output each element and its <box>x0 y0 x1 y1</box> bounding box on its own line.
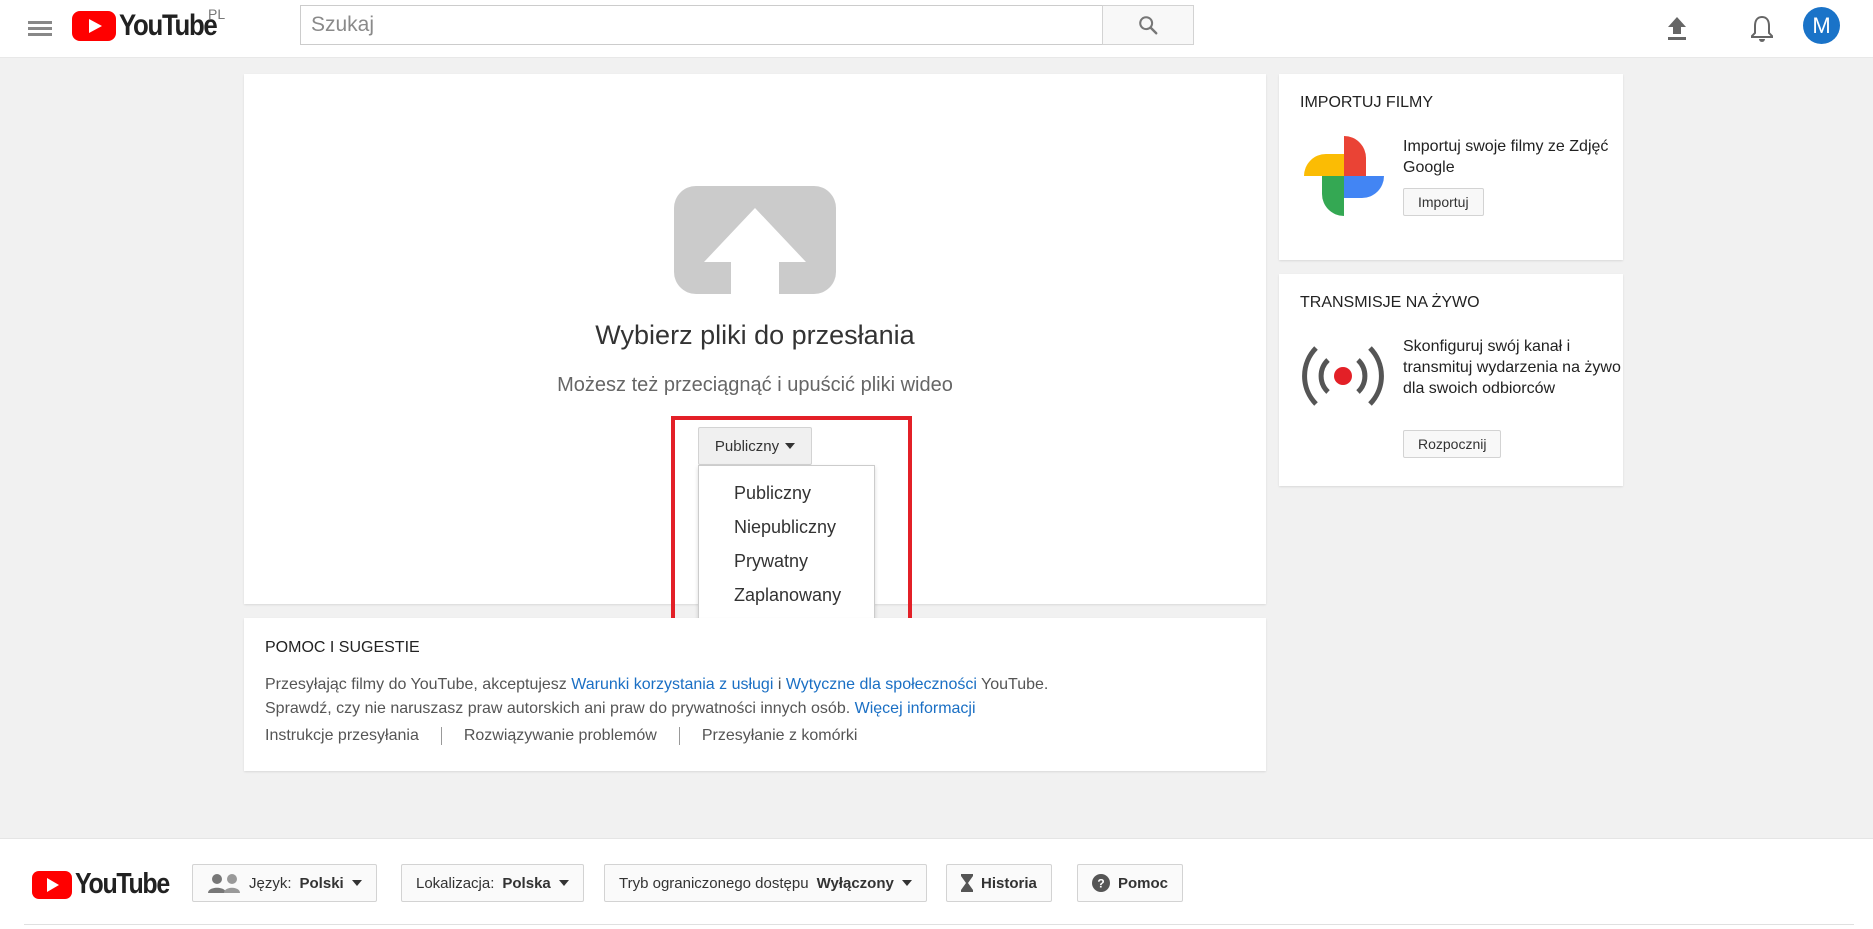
country-code: PL <box>208 6 226 22</box>
youtube-logo[interactable]: YouTube PL <box>72 6 232 42</box>
upload-button[interactable] <box>1659 10 1695 46</box>
import-title: IMPORTUJ FILMY <box>1300 94 1434 111</box>
caret-down-icon <box>901 880 912 886</box>
bell-icon <box>1751 15 1773 42</box>
upload-title[interactable]: Wybierz pliki do przesłania <box>244 320 1266 351</box>
youtube-play-icon <box>32 870 72 899</box>
google-photos-icon <box>1304 136 1384 216</box>
footer-logo-text: YouTube <box>75 868 170 900</box>
privacy-option-scheduled[interactable]: Zaplanowany <box>699 578 874 612</box>
location-value: Polska <box>502 874 551 892</box>
upload-arrow-icon <box>674 186 836 294</box>
avatar[interactable]: M <box>1803 7 1840 44</box>
help-card: POMOC I SUGESTIE Przesyłając filmy do Yo… <box>244 618 1266 771</box>
footer-divider <box>24 924 1854 925</box>
search-icon <box>1139 16 1158 35</box>
terms-link[interactable]: Warunki korzystania z usługi <box>571 676 773 693</box>
caret-down-icon <box>785 443 796 449</box>
help-label: Pomoc <box>1118 874 1169 892</box>
footer: YouTube Język: Polski Lokalizacja: Polska … <box>0 838 1873 929</box>
privacy-selected-label: Publiczny <box>714 437 780 455</box>
help-line1-prefix: Przesyłając filmy do YouTube, akceptujes… <box>265 676 572 693</box>
live-broadcast-icon <box>1302 346 1384 406</box>
people-icon <box>208 874 240 893</box>
restricted-value: Wyłączony <box>816 874 894 892</box>
menu-icon[interactable] <box>28 18 52 38</box>
footer-logo[interactable]: YouTube <box>32 868 184 901</box>
restricted-label: Tryb ograniczonego dostępu <box>619 874 809 892</box>
upload-instructions-link[interactable]: Instrukcje przesyłania <box>265 727 441 745</box>
search-bar <box>300 5 1194 45</box>
help-line-1: Przesyłając filmy do YouTube, akceptujes… <box>265 673 1245 697</box>
help-line-2: Sprawdź, czy nie naruszasz praw autorski… <box>265 697 1245 721</box>
help-text: Przesyłając filmy do YouTube, akceptujes… <box>265 673 1245 721</box>
search-button[interactable] <box>1102 5 1194 45</box>
notifications-button[interactable] <box>1744 10 1780 46</box>
help-circle-icon: ? <box>1092 874 1110 892</box>
location-label: Lokalizacja: <box>416 874 495 892</box>
mobile-upload-link[interactable]: Przesyłanie z komórki <box>678 727 880 745</box>
language-button[interactable]: Język: Polski <box>192 864 377 902</box>
import-card: IMPORTUJ FILMY Importuj swoje filmy ze Z… <box>1279 74 1623 260</box>
history-label: Historia <box>981 874 1037 892</box>
live-text: Skonfiguruj swój kanał i transmituj wyda… <box>1403 338 1621 397</box>
privacy-option-public[interactable]: Publiczny <box>699 476 874 510</box>
hourglass-icon <box>961 874 973 892</box>
live-title: TRANSMISJE NA ŻYWO <box>1300 294 1480 311</box>
community-guidelines-link[interactable]: Wytyczne dla społeczności <box>786 676 977 693</box>
help-line1-mid: i <box>773 676 786 693</box>
privacy-dropdown-menu: Publiczny Niepubliczny Prywatny Zaplanow… <box>698 465 875 624</box>
svg-text:?: ? <box>1097 877 1104 891</box>
privacy-option-private[interactable]: Prywatny <box>699 544 874 578</box>
language-label: Język: <box>249 874 292 892</box>
help-line1-suffix: YouTube. <box>976 676 1049 693</box>
upload-subtitle: Możesz też przeciągnąć i upuścić pliki w… <box>557 374 953 396</box>
caret-down-icon <box>351 880 362 886</box>
privacy-option-unlisted[interactable]: Niepubliczny <box>699 510 874 544</box>
help-line2-prefix: Sprawdź, czy nie naruszasz praw autorski… <box>265 700 855 717</box>
history-button[interactable]: Historia <box>946 864 1052 902</box>
troubleshooting-link[interactable]: Rozwiązywanie problemów <box>440 727 679 745</box>
youtube-play-icon <box>72 11 116 41</box>
language-value: Polski <box>299 874 344 892</box>
live-card: TRANSMISJE NA ŻYWO Skonfiguruj swój kana… <box>1279 274 1623 486</box>
logo-text: YouTube <box>119 9 218 42</box>
help-title: POMOC I SUGESTIE <box>265 639 420 656</box>
help-links: Instrukcje przesyłania Rozwiązywanie pro… <box>265 727 1245 745</box>
start-live-button[interactable]: Rozpocznij <box>1403 430 1502 458</box>
upload-drop-target[interactable] <box>674 186 836 299</box>
more-info-link[interactable]: Więcej informacji <box>855 700 976 717</box>
location-button[interactable]: Lokalizacja: Polska <box>401 864 584 902</box>
help-button[interactable]: ? Pomoc <box>1077 864 1184 902</box>
restricted-mode-button[interactable]: Tryb ograniczonego dostępu Wyłączony <box>604 864 927 902</box>
top-bar: YouTube PL M <box>0 0 1873 58</box>
import-text: Importuj swoje filmy ze Zdjęć Google <box>1403 138 1609 176</box>
privacy-dropdown-button[interactable]: Publiczny <box>698 427 812 465</box>
upload-icon <box>1668 17 1686 40</box>
caret-down-icon <box>558 880 569 886</box>
import-button[interactable]: Importuj <box>1403 188 1484 216</box>
search-input[interactable] <box>300 5 1102 45</box>
